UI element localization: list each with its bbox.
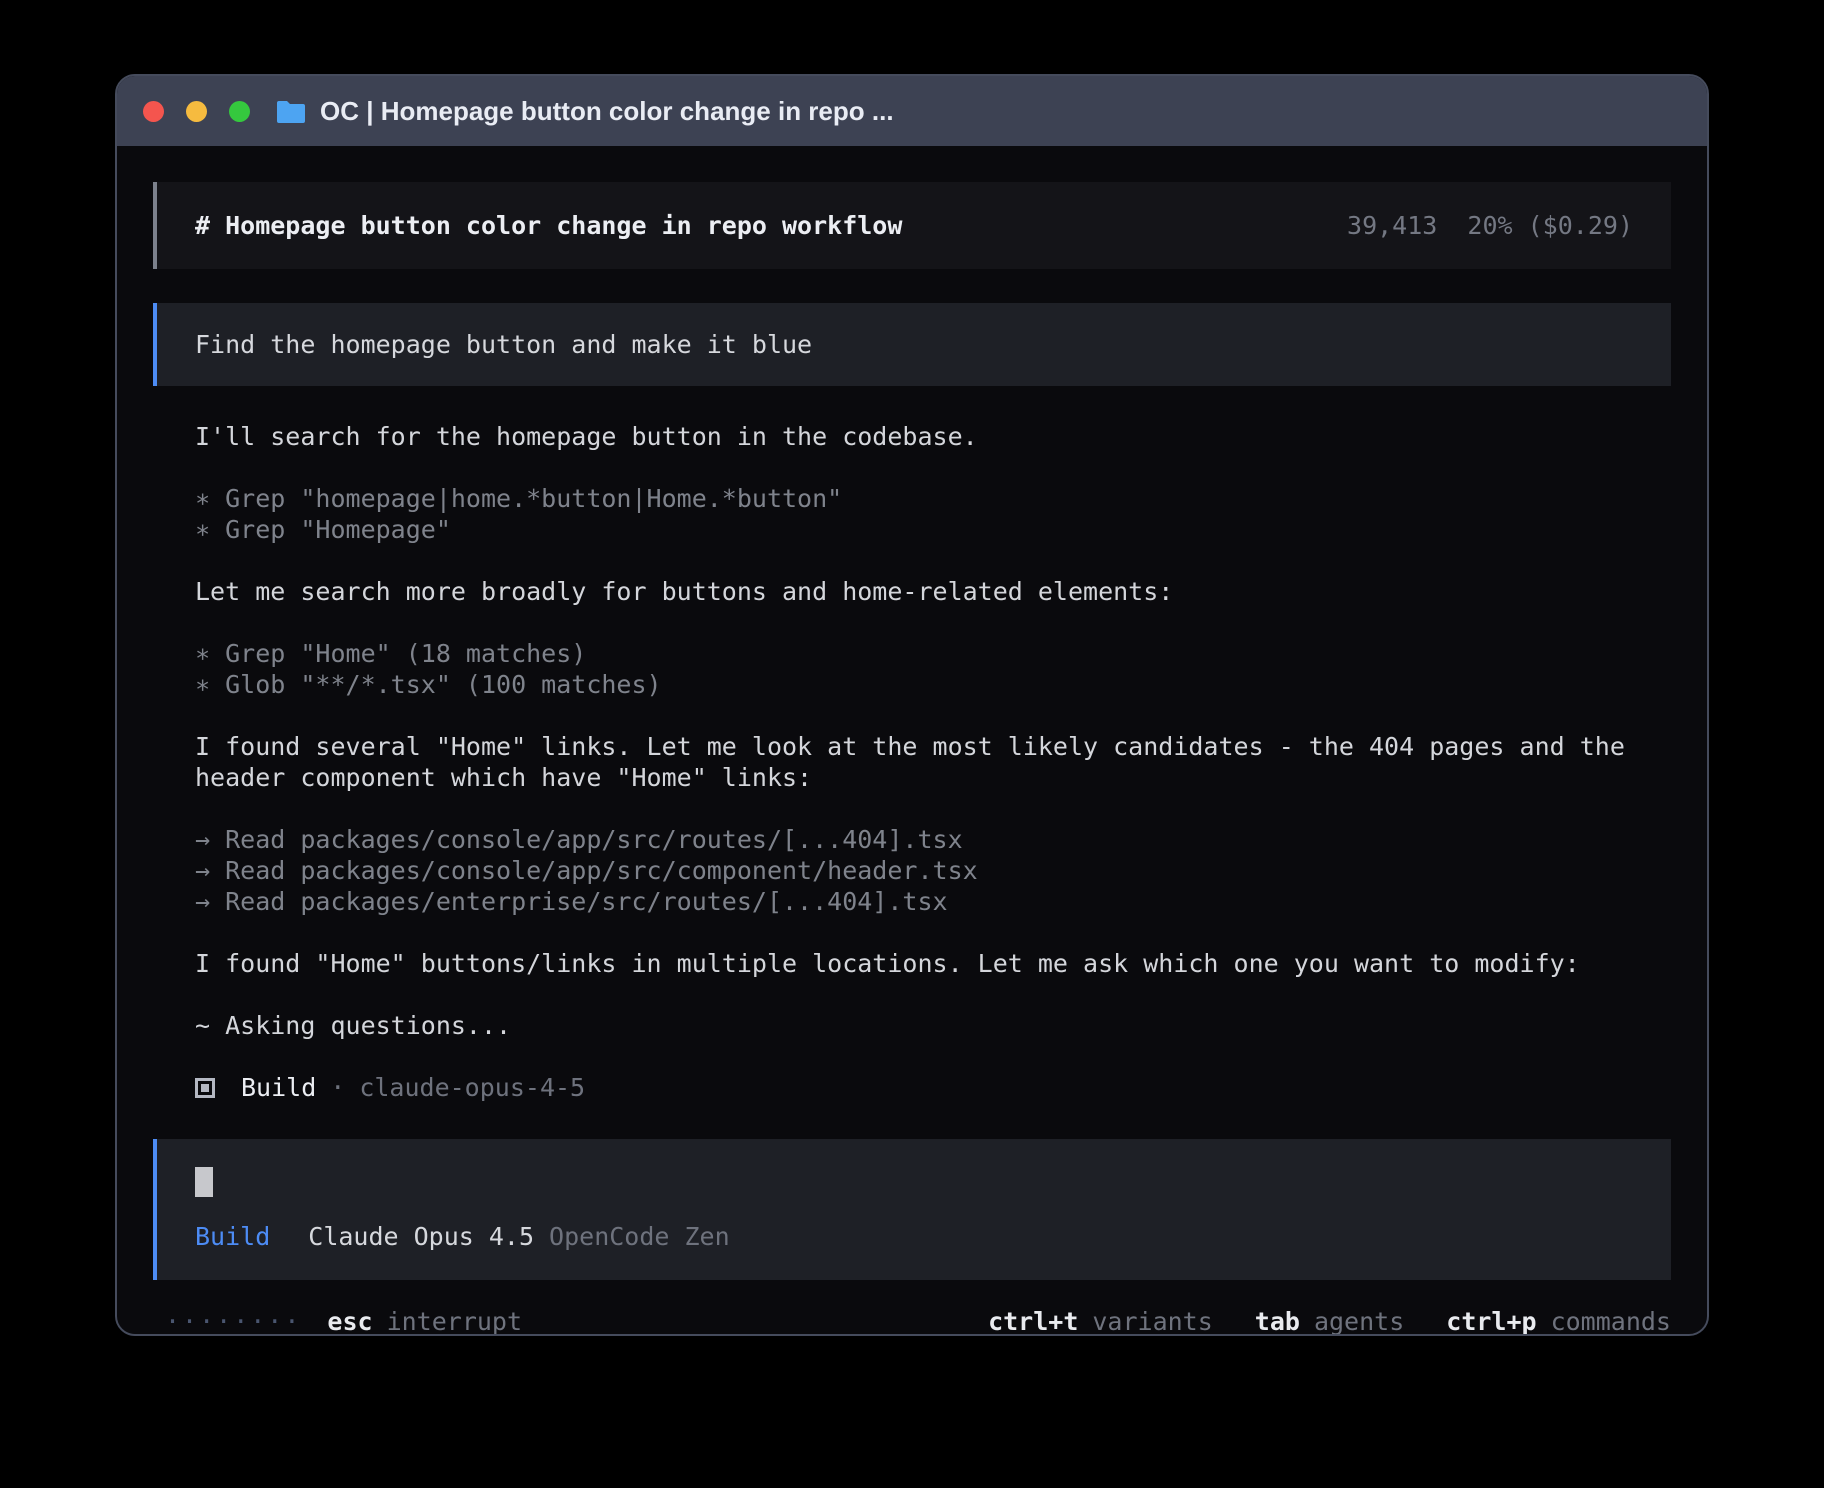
close-button[interactable]	[143, 101, 164, 122]
status-bar-right: ctrl+t variants tab agents ctrl+p commands	[988, 1306, 1671, 1336]
model-label: Claude Opus 4.5	[308, 1221, 534, 1252]
titlebar[interactable]: OC | Homepage button color change in rep…	[117, 76, 1707, 146]
window-title: OC | Homepage button color change in rep…	[320, 96, 894, 127]
minimize-button[interactable]	[186, 101, 207, 122]
assistant-text: Let me search more broadly for buttons a…	[195, 576, 1655, 607]
assistant-text: I found "Home" buttons/links in multiple…	[195, 948, 1655, 979]
hint-commands: ctrl+p commands	[1446, 1306, 1671, 1336]
status-text: ~ Asking questions...	[195, 1010, 1655, 1041]
window-controls	[143, 101, 250, 122]
tool-call-read: → Read packages/console/app/src/componen…	[195, 855, 1655, 886]
zoom-button[interactable]	[229, 101, 250, 122]
transcript: I'll search for the homepage button in t…	[153, 421, 1671, 1041]
prompt-input[interactable]: Build Claude Opus 4.5 OpenCode Zen	[153, 1139, 1671, 1280]
status-bar-left: ········ esc interrupt	[165, 1306, 522, 1336]
hint-label: variants	[1092, 1307, 1212, 1336]
provider-label: OpenCode Zen	[549, 1221, 730, 1252]
tool-call-read: → Read packages/console/app/src/routes/[…	[195, 824, 1655, 855]
hint-label: interrupt	[387, 1307, 522, 1336]
session-header: # Homepage button color change in repo w…	[153, 182, 1671, 269]
esc-key: esc	[327, 1307, 372, 1336]
agent-status-line: Build · claude-opus-4-5	[153, 1072, 1671, 1103]
token-stats: 39,413 20% ($0.29)	[1347, 210, 1633, 241]
folder-icon	[276, 99, 306, 124]
tool-call-grep: ∗ Grep "Homepage"	[195, 514, 1655, 545]
dot-separator: ·	[330, 1072, 345, 1103]
spinner-dots: ········	[165, 1306, 301, 1336]
ctrl-t-key: ctrl+t	[988, 1307, 1078, 1336]
user-message: Find the homepage button and make it blu…	[153, 303, 1671, 386]
tool-call-glob: ∗ Glob "**/*.tsx" (100 matches)	[195, 669, 1655, 700]
tool-call-read: → Read packages/enterprise/src/routes/[.…	[195, 886, 1655, 917]
text-cursor	[195, 1167, 213, 1197]
status-bar: ········ esc interrupt ctrl+t variants tab…	[153, 1306, 1671, 1336]
tab-key: tab	[1255, 1307, 1300, 1336]
build-agent-icon	[195, 1078, 215, 1098]
hint-label: commands	[1551, 1307, 1671, 1336]
ctrl-p-key: ctrl+p	[1446, 1307, 1536, 1336]
tool-call-grep: ∗ Grep "Home" (18 matches)	[195, 638, 1655, 669]
hint-label: agents	[1314, 1307, 1404, 1336]
agent-name: Build	[241, 1072, 316, 1103]
session-title: # Homepage button color change in repo w…	[195, 210, 902, 241]
agent-mode-label: Build	[195, 1221, 270, 1252]
hint-interrupt: esc interrupt	[327, 1306, 522, 1336]
assistant-text: I found several "Home" links. Let me loo…	[195, 731, 1655, 793]
input-meta: Build Claude Opus 4.5 OpenCode Zen	[195, 1221, 1633, 1252]
assistant-text: I'll search for the homepage button in t…	[195, 421, 1655, 452]
hint-agents: tab agents	[1255, 1306, 1404, 1336]
terminal-body: # Homepage button color change in repo w…	[117, 146, 1707, 1334]
terminal-window: OC | Homepage button color change in rep…	[115, 74, 1709, 1336]
tool-call-grep: ∗ Grep "homepage|home.*button|Home.*butt…	[195, 483, 1655, 514]
hint-variants: ctrl+t variants	[988, 1306, 1213, 1336]
agent-model: claude-opus-4-5	[359, 1072, 585, 1103]
